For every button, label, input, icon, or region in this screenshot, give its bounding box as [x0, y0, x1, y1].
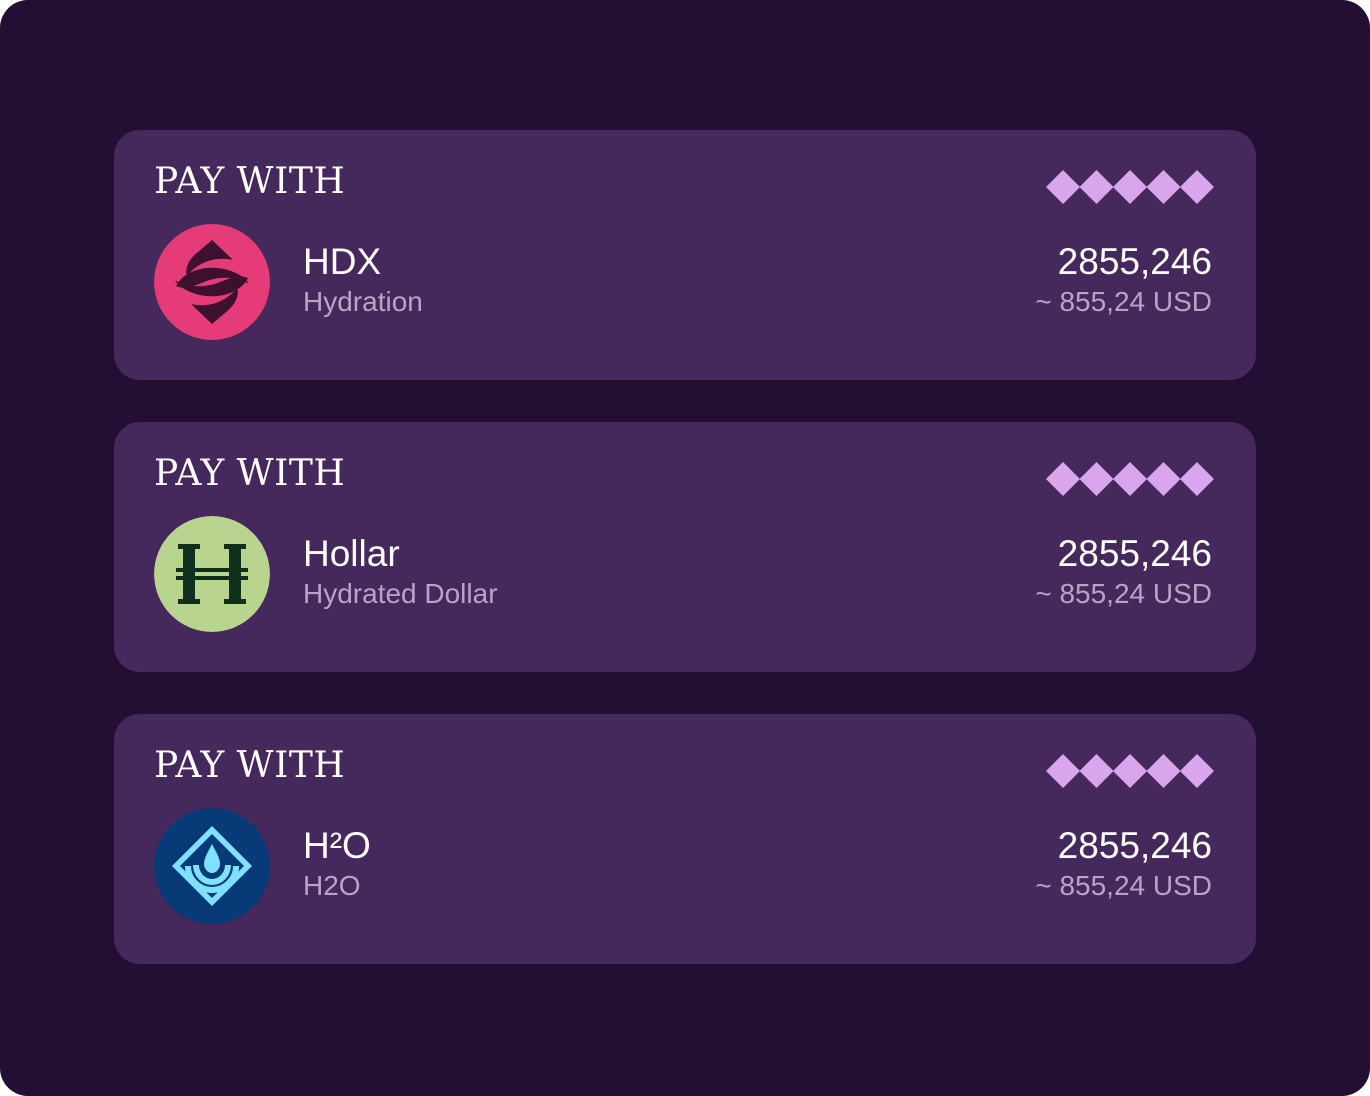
diamond-icon: [1146, 170, 1181, 204]
diamond-icon: [1113, 462, 1147, 496]
pay-with-label: PAY WITH: [154, 161, 346, 202]
token-symbol: H²O: [303, 825, 371, 866]
hdx-logo-icon: [154, 224, 270, 340]
token-amount: 2855,246: [1057, 533, 1212, 574]
hollar-logo-icon: [154, 516, 270, 632]
pay-with-label: PAY WITH: [154, 453, 346, 494]
pay-with-card-h2o[interactable]: PAY WITH H²O H2O 2855,246 ~ 855,24 USD: [114, 714, 1256, 964]
pay-with-label: PAY WITH: [154, 745, 346, 786]
token-symbol: HDX: [303, 241, 382, 282]
usd-value: ~ 855,24 USD: [1035, 286, 1212, 317]
diamond-icon: [1146, 754, 1181, 788]
token-name: H2O: [303, 870, 361, 901]
diamond-icon: [1113, 170, 1147, 204]
token-symbol: Hollar: [303, 533, 400, 574]
diamond-icon: [1079, 462, 1114, 496]
diamond-icon: [1180, 754, 1214, 788]
diamond-icon: [1079, 170, 1114, 204]
diamond-rating: [1046, 754, 1214, 788]
usd-value: ~ 855,24 USD: [1035, 870, 1212, 901]
token-amount: 2855,246: [1057, 241, 1212, 282]
token-name: Hydrated Dollar: [303, 578, 498, 609]
diamond-rating: [1046, 462, 1214, 496]
token-name: Hydration: [303, 286, 423, 317]
diamond-icon: [1113, 754, 1147, 788]
payment-options-panel: PAY WITH HDX Hydration 2855,246 ~ 855,24…: [0, 0, 1370, 1096]
diamond-icon: [1046, 462, 1080, 496]
pay-with-card-hdx[interactable]: PAY WITH HDX Hydration 2855,246 ~ 855,24…: [114, 130, 1256, 380]
diamond-icon: [1146, 462, 1181, 496]
diamond-rating: [1046, 170, 1214, 204]
pay-with-card-hollar[interactable]: PAY WITH Hollar Hydrated Dollar 2855,246…: [114, 422, 1256, 672]
diamond-icon: [1079, 754, 1114, 788]
token-amount: 2855,246: [1057, 825, 1212, 866]
diamond-icon: [1180, 170, 1214, 204]
diamond-icon: [1046, 754, 1080, 788]
usd-value: ~ 855,24 USD: [1035, 578, 1212, 609]
h2o-logo-icon: [154, 808, 270, 924]
diamond-icon: [1180, 462, 1214, 496]
diamond-icon: [1046, 170, 1080, 204]
